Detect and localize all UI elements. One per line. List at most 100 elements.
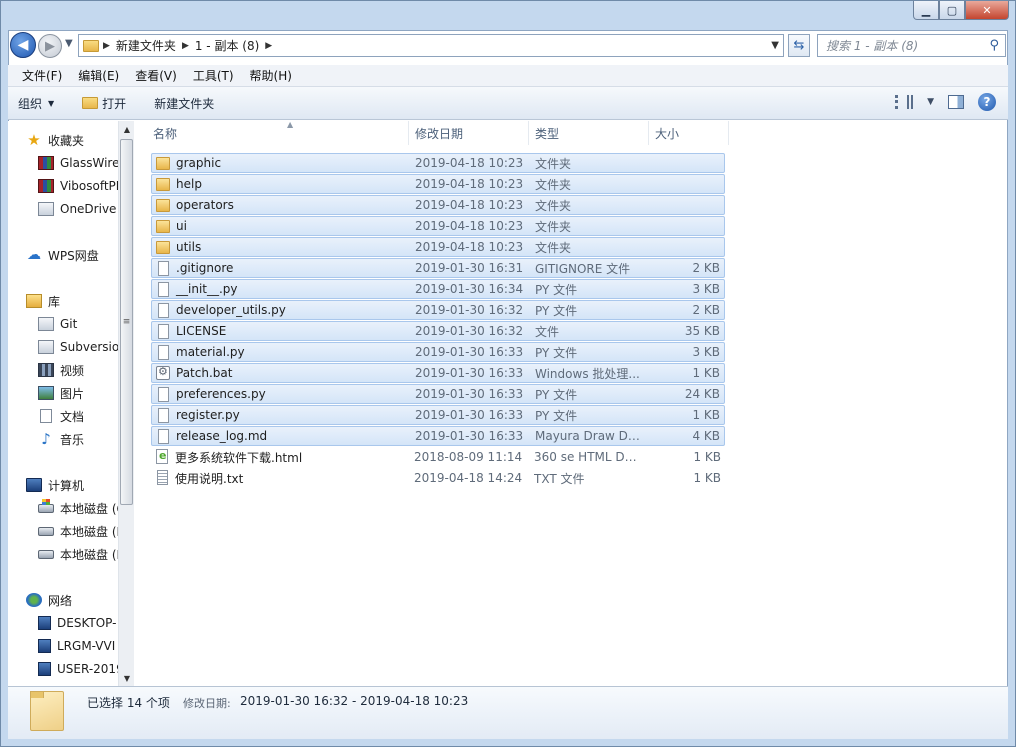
file-row[interactable]: release_log.md 2019-01-30 16:33 Mayura Dra…	[151, 426, 725, 446]
file-row[interactable]: 更多系统软件下载.html 2018-08-09 11:14 360 se HTML…	[151, 447, 725, 467]
file-row[interactable]: developer_utils.py 2019-01-30 16:32 PY 文件 2…	[151, 300, 725, 320]
nav-item-documents[interactable]: 文档	[8, 406, 118, 426]
file-name: utils	[176, 240, 202, 254]
file-name: 使用说明.txt	[175, 471, 244, 486]
address-dropdown-icon[interactable]: ▼	[771, 40, 779, 51]
nav-item-drive-c[interactable]: 本地磁盘 (C:)	[8, 498, 118, 518]
file-list: 名称 ▲ 修改日期 类型 大小 graphic 2019-04-18 10:23 文…	[135, 120, 1007, 686]
search-input[interactable]: 搜索 1 - 副本 (8) ⚲	[817, 34, 1006, 57]
menu-edit[interactable]: 编辑(E)	[70, 67, 127, 84]
menu-file[interactable]: 文件(F)	[14, 67, 70, 84]
nav-network[interactable]: 网络	[8, 590, 118, 610]
nav-item-drive-d[interactable]: 本地磁盘 (D:)	[8, 521, 118, 541]
back-button[interactable]: ◀	[10, 32, 36, 58]
scroll-down-icon[interactable]: ▼	[119, 670, 135, 686]
maximize-button[interactable]: ▢	[939, 1, 965, 20]
nav-item-subversion[interactable]: Subversion	[8, 337, 118, 357]
text-file-icon	[157, 470, 168, 485]
file-name: release_log.md	[176, 429, 268, 443]
file-size: 1 KB	[693, 450, 721, 464]
help-icon[interactable]: ?	[978, 93, 996, 111]
view-options-dropdown[interactable]: ▼	[927, 97, 934, 107]
star-icon: ★	[27, 131, 41, 149]
file-date: 2019-01-30 16:33	[415, 366, 524, 380]
column-type-label: 类型	[535, 126, 560, 141]
file-row[interactable]: graphic 2019-04-18 10:23 文件夹	[151, 153, 725, 173]
nav-computer[interactable]: 计算机	[8, 475, 118, 495]
file-icon	[158, 303, 169, 318]
menu-help[interactable]: 帮助(H)	[242, 67, 300, 84]
nav-item-vibosoft[interactable]: VibosoftPDF	[8, 176, 118, 196]
onedrive-icon	[38, 202, 54, 216]
file-row[interactable]: ui 2019-04-18 10:23 文件夹	[151, 216, 725, 236]
nav-wps[interactable]: ☁ WPS网盘	[8, 245, 118, 265]
breadcrumb-current[interactable]: 1 - 副本 (8)	[195, 37, 259, 54]
recent-pages-dropdown[interactable]: ▼	[65, 38, 73, 49]
minimize-button[interactable]: ▁	[913, 1, 939, 20]
column-header-name[interactable]: 名称 ▲	[147, 120, 409, 145]
nav-item-desktop[interactable]: DESKTOP-	[8, 613, 118, 633]
file-date: 2019-04-18 10:23	[415, 219, 524, 233]
column-header-type[interactable]: 类型	[529, 121, 649, 145]
forward-button[interactable]: ▶	[38, 34, 62, 58]
file-row[interactable]: .gitignore 2019-01-30 16:31 GITIGNORE 文件 2 …	[151, 258, 725, 278]
network-computer-icon	[38, 616, 51, 630]
chevron-right-icon[interactable]: ▶	[182, 41, 189, 51]
open-button[interactable]: 打开	[82, 95, 126, 112]
file-type: 文件夹	[535, 156, 572, 171]
menu-view[interactable]: 查看(V)	[127, 67, 185, 84]
file-row[interactable]: operators 2019-04-18 10:23 文件夹	[151, 195, 725, 215]
nav-item-user[interactable]: USER-2019	[8, 659, 118, 679]
music-icon: ♪	[41, 430, 51, 448]
selection-count: 已选择 14 个项	[87, 696, 170, 710]
file-row[interactable]: register.py 2019-01-30 16:33 PY 文件 1 KB	[151, 405, 725, 425]
nav-favorites[interactable]: ★ 收藏夹	[8, 130, 118, 150]
chevron-right-icon[interactable]: ▶	[265, 41, 272, 51]
nav-item-drive-e[interactable]: 本地磁盘 (E:)	[8, 544, 118, 564]
file-row[interactable]: help 2019-04-18 10:23 文件夹	[151, 174, 725, 194]
file-row[interactable]: 使用说明.txt 2019-04-18 14:24 TXT 文件 1 KB	[151, 468, 725, 488]
nav-item-onedrive[interactable]: OneDrive	[8, 199, 118, 219]
file-row[interactable]: Patch.bat 2019-01-30 16:33 Windows 批处理... 1…	[151, 363, 725, 383]
chevron-down-icon: ▼	[48, 98, 55, 108]
organize-button[interactable]: 组织 ▼	[18, 95, 54, 112]
nav-scrollbar[interactable]: ▲ ≡ ▼	[118, 121, 134, 686]
preview-pane-icon[interactable]	[948, 95, 964, 109]
refresh-button[interactable]: ⇆	[788, 34, 810, 57]
column-header-date[interactable]: 修改日期	[409, 121, 529, 145]
scroll-thumb[interactable]: ≡	[120, 139, 133, 505]
close-button[interactable]: ✕	[965, 1, 1009, 20]
arrow-left-icon: ◀	[17, 37, 29, 53]
nav-item-pictures[interactable]: 图片	[8, 383, 118, 403]
file-row[interactable]: material.py 2019-01-30 16:33 PY 文件 3 KB	[151, 342, 725, 362]
nav-libraries[interactable]: 库	[8, 291, 118, 311]
network-icon	[26, 593, 42, 607]
new-folder-button[interactable]: 新建文件夹	[154, 95, 214, 112]
nav-item-videos[interactable]: 视频	[8, 360, 118, 380]
file-icon	[158, 387, 169, 402]
breadcrumb-new-folder[interactable]: 新建文件夹	[116, 37, 176, 54]
change-view-icon[interactable]	[895, 95, 914, 109]
menu-tools[interactable]: 工具(T)	[185, 67, 242, 84]
file-name: .gitignore	[176, 261, 234, 275]
nav-item-lrgm[interactable]: LRGM-VVI	[8, 636, 118, 656]
nav-item-music[interactable]: ♪ 音乐	[8, 429, 118, 449]
search-icon[interactable]: ⚲	[989, 38, 999, 53]
file-type: 文件	[535, 324, 560, 339]
file-row[interactable]: utils 2019-04-18 10:23 文件夹	[151, 237, 725, 257]
file-row[interactable]: __init__.py 2019-01-30 16:34 PY 文件 3 KB	[151, 279, 725, 299]
file-row[interactable]: preferences.py 2019-01-30 16:33 PY 文件 24 KB	[151, 384, 725, 404]
file-size: 3 KB	[692, 345, 720, 359]
chevron-right-icon[interactable]: ▶	[103, 41, 110, 51]
column-header-size[interactable]: 大小	[649, 121, 729, 145]
nav-item-git[interactable]: Git	[8, 314, 118, 334]
file-size: 1 KB	[693, 471, 721, 485]
picture-icon	[38, 386, 54, 400]
organize-label: 组织	[18, 96, 43, 111]
file-row[interactable]: LICENSE 2019-01-30 16:32 文件 35 KB	[151, 321, 725, 341]
modified-date-label: 修改日期:	[183, 697, 231, 710]
address-bar[interactable]: ▶ 新建文件夹 ▶ 1 - 副本 (8) ▶ ▼	[78, 34, 784, 57]
scroll-up-icon[interactable]: ▲	[119, 121, 135, 137]
document-icon	[40, 409, 52, 423]
nav-item-glasswire[interactable]: GlassWire	[8, 153, 118, 173]
